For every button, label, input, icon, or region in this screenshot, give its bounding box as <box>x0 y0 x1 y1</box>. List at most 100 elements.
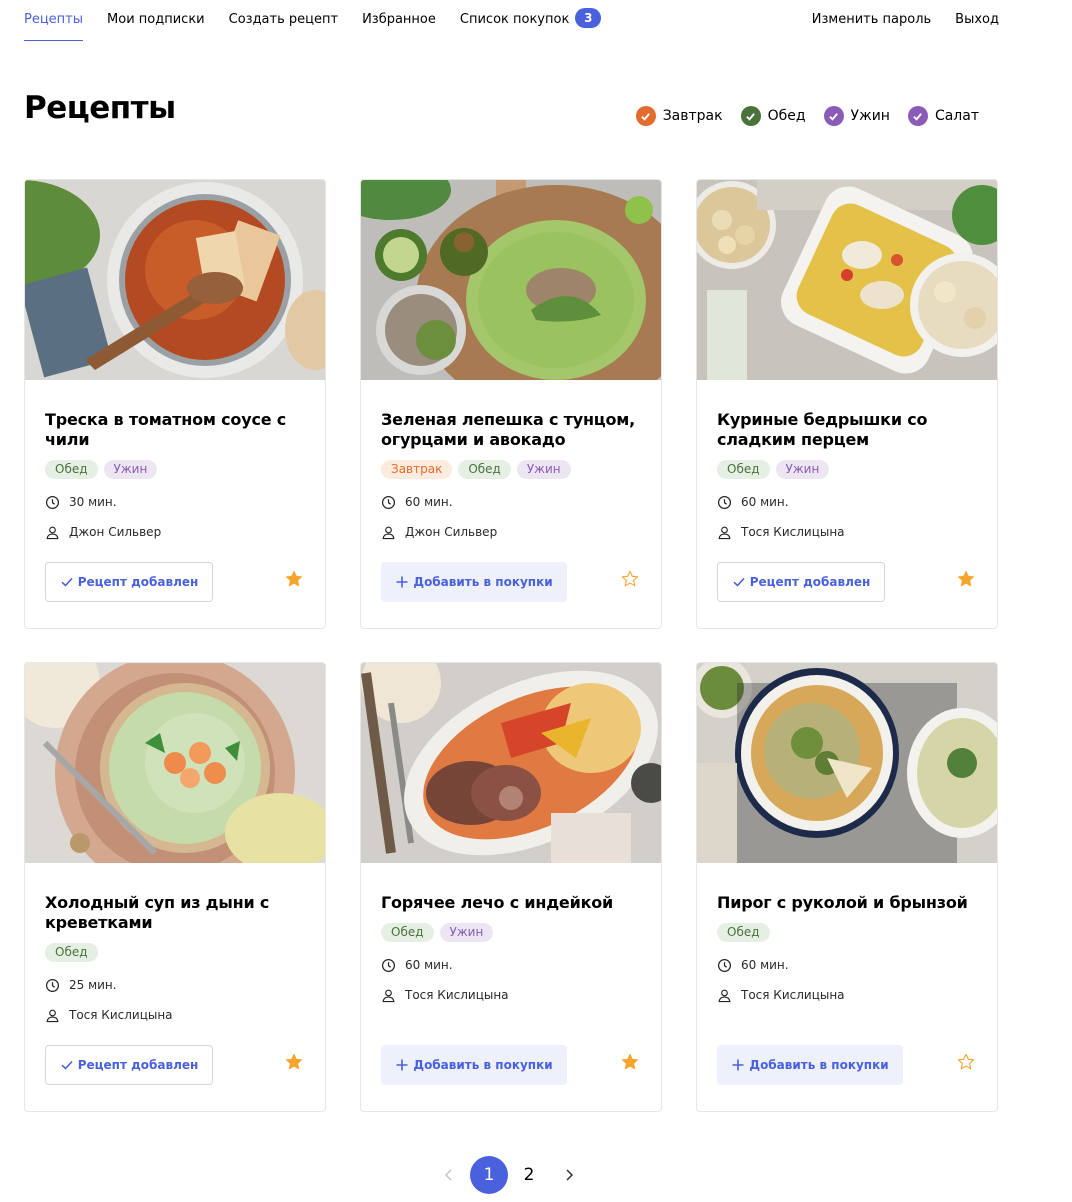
star-filled-icon[interactable] <box>285 1053 303 1071</box>
recipe-author-name[interactable]: Тося Кислицына <box>69 1008 173 1022</box>
recipe-tags: Обед Ужин <box>45 460 305 479</box>
filter-label: Обед <box>767 108 806 124</box>
recipe-added-button[interactable]: Рецепт добавлен <box>45 1045 213 1085</box>
filter-lunch[interactable]: Обед <box>740 106 806 126</box>
recipe-time: 25 мин. <box>45 977 305 993</box>
recipe-title[interactable]: Куриные бедрышки со сладким перцем <box>717 410 977 450</box>
checkmark-icon <box>907 106 928 126</box>
checkmark-icon <box>740 106 761 126</box>
tag-filters: Завтрак Обед Ужин Салат <box>618 106 979 126</box>
recipe-author-name[interactable]: Джон Сильвер <box>405 525 497 539</box>
tag-lunch: Обед <box>717 460 770 479</box>
recipe-card-body: Горячее лечо с индейкой Обед Ужин 60 мин. То… <box>381 893 641 1003</box>
recipe-image[interactable] <box>361 663 661 863</box>
recipe-image[interactable] <box>697 663 997 863</box>
recipe-card: Зеленая лепешка с тунцом, огурцами и аво… <box>360 179 662 629</box>
chevron-right-icon <box>566 1169 574 1181</box>
recipe-image[interactable] <box>361 180 661 380</box>
tag-lunch: Обед <box>45 460 98 479</box>
page-1-button[interactable]: 1 <box>470 1156 508 1194</box>
recipe-time-text: 60 мин. <box>741 958 789 972</box>
nav-change-password[interactable]: Изменить пароль <box>812 0 931 42</box>
recipe-title[interactable]: Зеленая лепешка с тунцом, огурцами и аво… <box>381 410 641 450</box>
tag-dinner: Ужин <box>775 460 830 479</box>
tag-lunch: Обед <box>458 460 511 479</box>
recipe-image[interactable] <box>25 663 325 863</box>
recipe-card-body: Холодный суп из дыни с креветками Обед 25 … <box>45 893 305 1023</box>
tag-lunch: Обед <box>717 923 770 942</box>
recipe-image[interactable] <box>25 180 325 380</box>
recipe-image[interactable] <box>697 180 997 380</box>
nav-create-recipe[interactable]: Создать рецепт <box>229 0 338 42</box>
button-label: Рецепт добавлен <box>77 1058 199 1072</box>
recipe-tags: Обед <box>45 943 305 962</box>
recipe-card-body: Зеленая лепешка с тунцом, огурцами и аво… <box>381 410 641 540</box>
recipe-card-body: Пирог с руколой и брынзой Обед 60 мин. Тося… <box>717 893 977 1003</box>
recipe-actions: Рецепт добавлен <box>45 562 305 602</box>
recipe-author-name[interactable]: Тося Кислицына <box>741 988 845 1002</box>
recipe-title[interactable]: Холодный суп из дыни с креветками <box>45 893 305 933</box>
filter-dinner[interactable]: Ужин <box>823 106 890 126</box>
recipe-card-body: Куриные бедрышки со сладким перцем Обед Уж… <box>717 410 977 540</box>
star-filled-icon[interactable] <box>285 570 303 588</box>
star-outline-icon[interactable] <box>957 1053 975 1071</box>
filter-salad[interactable]: Салат <box>907 106 979 126</box>
recipe-tags: Завтрак Обед Ужин <box>381 460 641 479</box>
star-filled-icon[interactable] <box>957 570 975 588</box>
top-navigation: Рецепты Мои подписки Создать рецепт Избр… <box>0 0 1072 42</box>
recipe-author: Тося Кислицына <box>717 524 977 540</box>
next-page-button[interactable] <box>550 1156 588 1194</box>
nav-favorites[interactable]: Избранное <box>362 0 436 42</box>
clock-icon <box>717 495 732 509</box>
star-outline-icon[interactable] <box>621 570 639 588</box>
add-to-shopping-button[interactable]: Добавить в покупки <box>381 1045 567 1085</box>
recipe-time: 30 мин. <box>45 494 305 510</box>
recipe-time-text: 25 мин. <box>69 978 117 992</box>
clock-icon <box>45 978 60 992</box>
nav-recipes[interactable]: Рецепты <box>24 0 84 42</box>
recipe-added-button[interactable]: Рецепт добавлен <box>717 562 885 602</box>
recipe-time: 60 мин. <box>381 494 641 510</box>
nav-subscriptions[interactable]: Мои подписки <box>107 0 205 42</box>
nav-logout[interactable]: Выход <box>955 0 999 42</box>
recipe-time-text: 30 мин. <box>69 495 117 509</box>
user-icon <box>382 526 395 539</box>
clock-icon <box>45 495 60 509</box>
add-to-shopping-button[interactable]: Добавить в покупки <box>381 562 567 602</box>
recipe-author-name[interactable]: Джон Сильвер <box>69 525 161 539</box>
nav-shopping-list-label: Список покупок <box>459 12 570 27</box>
clock-icon <box>381 495 396 509</box>
recipe-author: Тося Кислицына <box>45 1007 305 1023</box>
shopping-list-count-badge: 3 <box>575 8 602 28</box>
user-icon <box>382 989 395 1002</box>
page-title: Рецепты <box>24 90 176 126</box>
tag-dinner: Ужин <box>439 923 494 942</box>
recipe-card: Куриные бедрышки со сладким перцем Обед Уж… <box>696 179 998 629</box>
nav-main-links: Рецепты Мои подписки Создать рецепт Избр… <box>24 0 625 42</box>
recipe-added-button[interactable]: Рецепт добавлен <box>45 562 213 602</box>
recipe-title[interactable]: Горячее лечо с индейкой <box>381 893 641 913</box>
tag-breakfast: Завтрак <box>381 460 453 479</box>
recipe-author-name[interactable]: Тося Кислицына <box>741 525 845 539</box>
pagination: 1 2 <box>430 1155 590 1195</box>
user-icon <box>46 1009 59 1022</box>
clock-icon <box>381 958 396 972</box>
button-label: Добавить в покупки <box>413 575 553 589</box>
recipe-actions: Добавить в покупки <box>381 1045 641 1085</box>
filter-breakfast[interactable]: Завтрак <box>635 106 723 126</box>
prev-page-button[interactable] <box>430 1156 468 1194</box>
recipe-title[interactable]: Пирог с руколой и брынзой <box>717 893 977 913</box>
recipe-tags: Обед <box>717 923 977 942</box>
add-to-shopping-button[interactable]: Добавить в покупки <box>717 1045 903 1085</box>
nav-shopping-list[interactable]: Список покупок 3 <box>459 0 602 42</box>
recipe-actions: Рецепт добавлен <box>45 1045 305 1085</box>
plus-icon <box>396 1059 408 1071</box>
star-filled-icon[interactable] <box>621 1053 639 1071</box>
page-2-button[interactable]: 2 <box>510 1156 548 1194</box>
button-label: Добавить в покупки <box>749 1058 889 1072</box>
user-icon <box>718 989 731 1002</box>
recipe-author-name[interactable]: Тося Кислицына <box>405 988 509 1002</box>
chevron-left-icon <box>444 1169 452 1181</box>
recipe-title[interactable]: Треска в томатном соусе с чили <box>45 410 305 450</box>
filter-label: Ужин <box>850 108 890 124</box>
